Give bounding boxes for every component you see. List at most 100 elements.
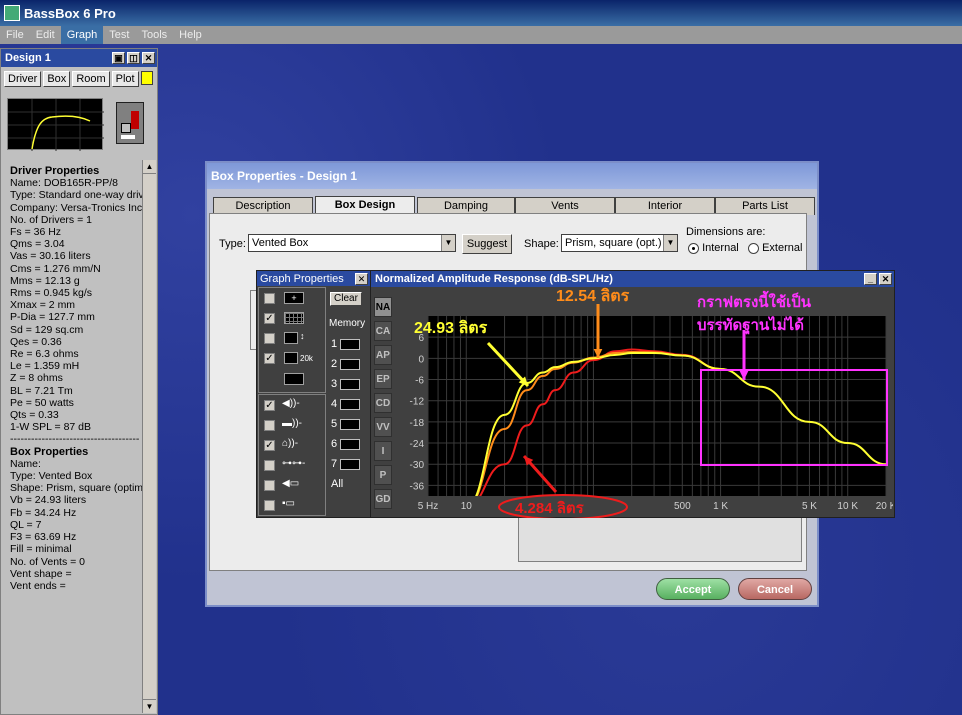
close-icon[interactable]: ✕ — [879, 273, 892, 285]
box-property-line: Type: Vented Box — [10, 470, 93, 483]
chevron-down-icon: ▼ — [663, 235, 677, 251]
box-thumbnail-icon[interactable] — [116, 102, 144, 144]
box-property-line: Vent shape = — [10, 567, 72, 580]
tab-box[interactable]: Box — [43, 71, 71, 87]
plot-area — [428, 316, 886, 496]
box-property-line: Name: — [10, 457, 41, 470]
grid-icon — [284, 312, 304, 324]
memory-slot-label: 4 — [331, 398, 338, 410]
thumbnail-graph[interactable] — [7, 98, 104, 151]
clear-button[interactable]: Clear — [330, 292, 362, 306]
graph-type-i[interactable]: I — [374, 441, 392, 461]
graph-type-ca[interactable]: CA — [374, 321, 392, 341]
driver-property-line: Rms = 0.945 kg/s — [10, 287, 92, 300]
y-axis-ticks: 60-6-12-18-24-30-36 — [410, 333, 425, 492]
menu-file[interactable]: File — [0, 26, 30, 44]
box-property-line: F3 = 63.69 Hz — [10, 531, 77, 544]
memory-slot-box — [340, 398, 361, 410]
thumbnail-graph-svg — [8, 99, 104, 151]
box-property-line: Shape: Prism, square (optim — [10, 482, 144, 495]
driver-property-line: Le = 1.359 mH — [10, 360, 80, 373]
tab-room[interactable]: Room — [72, 71, 110, 87]
graph-type-ep[interactable]: EP — [374, 369, 392, 389]
speaker-box-icon: ▬))- — [282, 418, 302, 429]
graph-properties-title-bar: Graph Properties ✕ — [257, 271, 370, 286]
minimize-icon[interactable]: _ — [864, 273, 877, 285]
tab-plot[interactable]: Plot — [111, 71, 139, 87]
tab-driver[interactable]: Driver — [4, 71, 42, 87]
accept-button[interactable]: Accept — [656, 578, 730, 600]
box-property-line: Vb = 24.93 liters — [10, 494, 87, 507]
menu-help[interactable]: Help — [173, 26, 208, 44]
menu-edit[interactable]: Edit — [30, 26, 61, 44]
plot-checkbox[interactable] — [264, 480, 275, 491]
chevron-down-icon: ▼ — [441, 235, 455, 251]
driver-property-line: Qms = 3.04 — [10, 238, 65, 251]
shape-value: Prism, square (opt.) — [565, 237, 662, 249]
speaker-graph-icon: ◀▭ — [282, 478, 300, 489]
annotation-magenta-line2: บรรทัดฐานไม่ได้ — [697, 317, 804, 334]
memory-slot-5[interactable]: 5 — [331, 418, 361, 430]
plot-checkbox[interactable] — [264, 460, 275, 471]
annotation-magenta-line1: กราฟตรงนี้ใช้เป็น — [697, 294, 811, 311]
driver-property-line: Type: Standard one-way driv — [10, 189, 144, 202]
option-checkbox[interactable]: ✓ — [264, 353, 275, 364]
close-icon[interactable]: ✕ — [142, 52, 155, 64]
plot-checkbox[interactable]: ✓ — [264, 440, 275, 451]
graph-type-cd[interactable]: CD — [374, 393, 392, 413]
plot-checkbox[interactable]: ✓ — [264, 400, 275, 411]
memory-slot-1[interactable]: 1 — [331, 338, 361, 350]
driver-property-line: P-Dia = 127.7 mm — [10, 311, 95, 324]
scroll-down-icon[interactable]: ▼ — [143, 699, 156, 713]
graph-type-vv[interactable]: VV — [374, 417, 392, 437]
x-tick-label: 1 K — [713, 501, 728, 512]
plot-color-swatch[interactable] — [140, 71, 153, 85]
shape-dropdown[interactable]: Prism, square (opt.) ▼ — [561, 234, 678, 252]
memory-slot-box — [340, 338, 361, 350]
dialog-title: Box Properties - Design 1 — [207, 163, 817, 189]
graph-type-na[interactable]: NA — [374, 297, 392, 317]
memory-slot-label: 2 — [331, 358, 338, 370]
memory-slot-3[interactable]: 3 — [331, 378, 361, 390]
menu-graph[interactable]: Graph — [60, 26, 104, 44]
restore-icon[interactable]: ◫ — [127, 52, 140, 64]
menu-test[interactable]: Test — [103, 26, 135, 44]
driver-property-line: Vas = 30.16 liters — [10, 250, 91, 263]
driver-property-line: 1-W SPL = 87 dB — [10, 421, 92, 434]
speaker-icon: ◀))- — [282, 398, 300, 409]
box-property-line: Fb = 34.24 Hz — [10, 506, 77, 519]
memory-all[interactable]: All — [331, 478, 343, 490]
app-icon — [4, 5, 20, 21]
close-icon[interactable]: ✕ — [355, 272, 368, 285]
range-20k-label: 20k — [300, 354, 313, 363]
memory-label: Memory — [329, 318, 366, 329]
menu-tools[interactable]: Tools — [135, 26, 173, 44]
scroll-up-icon[interactable]: ▲ — [143, 160, 156, 174]
design-panel-title-bar: Design 1 ▣ ◫ ✕ — [1, 49, 157, 67]
dims-external-radio[interactable]: External — [748, 242, 802, 254]
memory-slot-box — [340, 358, 361, 370]
memory-slot-box — [340, 458, 361, 470]
graph-type-p[interactable]: P — [374, 465, 392, 485]
memory-slot-6[interactable]: 6 — [331, 438, 361, 450]
suggest-button[interactable]: Suggest — [462, 234, 512, 254]
option-checkbox[interactable] — [264, 333, 275, 344]
panel-scrollbar[interactable]: ▲ ▼ — [142, 160, 156, 713]
properties-separator: ------------------------------------- — [10, 433, 140, 446]
dims-internal-radio[interactable]: Internal — [688, 242, 739, 254]
graph-type-ap[interactable]: AP — [374, 345, 392, 365]
plot-checkbox[interactable] — [264, 500, 275, 511]
cancel-button[interactable]: Cancel — [738, 578, 812, 600]
minimize-icon[interactable]: ▣ — [112, 52, 125, 64]
plot-checkbox[interactable] — [264, 420, 275, 431]
option-checkbox[interactable] — [264, 293, 275, 304]
memory-slot-2[interactable]: 2 — [331, 358, 361, 370]
option-checkbox[interactable]: ✓ — [264, 313, 275, 324]
driver-property-line: Name: DOB165R-PP/8 — [10, 177, 118, 190]
memory-slot-4[interactable]: 4 — [331, 398, 361, 410]
memory-slot-7[interactable]: 7 — [331, 458, 361, 470]
type-dropdown[interactable]: Vented Box ▼ — [248, 234, 456, 252]
room-speaker-icon: ⌂))- — [282, 438, 299, 449]
graph-type-gd[interactable]: GD — [374, 489, 392, 509]
zoom-icon[interactable] — [284, 373, 304, 385]
